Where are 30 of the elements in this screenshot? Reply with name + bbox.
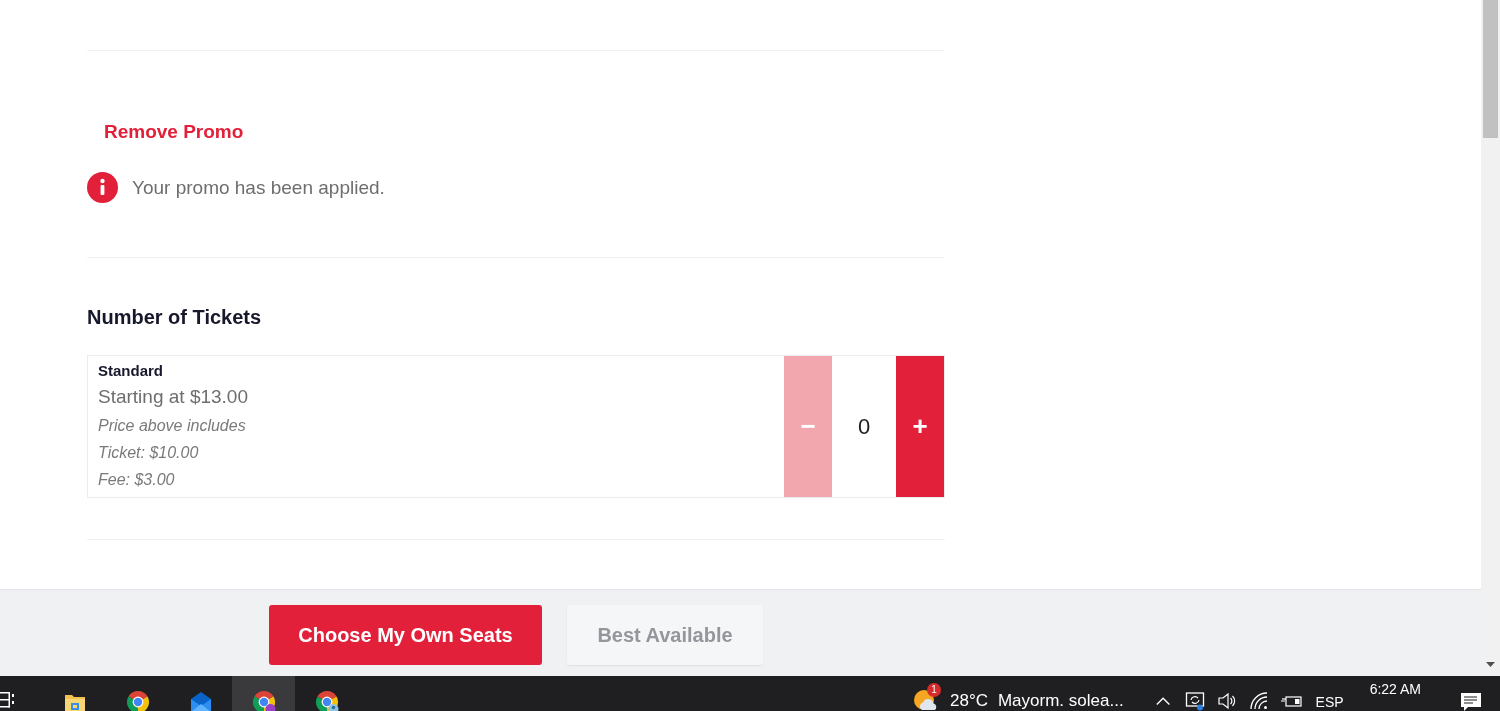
info-icon <box>87 172 118 203</box>
section-heading: Number of Tickets <box>87 305 263 330</box>
monitor-icon[interactable] <box>1184 691 1205 711</box>
action-button[interactable]: Choose My Own Seats <box>269 605 542 665</box>
price-breakdown-line: Ticket: $10.00 <box>98 443 199 463</box>
price-breakdown-line: Price above includes <box>98 416 246 436</box>
taskbar-app-button[interactable] <box>232 676 295 711</box>
ticket-quantity: 0 <box>856 412 872 441</box>
browser-icon <box>125 690 150 711</box>
weather-condition: Mayorm. solea... <box>997 690 1124 711</box>
envelope-icon <box>188 690 213 711</box>
scrollbar[interactable] <box>1481 0 1500 676</box>
clock-time[interactable]: 6:22 AM <box>1369 680 1421 711</box>
ticket-type-name: Standard <box>98 361 163 381</box>
notification-badge: 1 <box>926 683 941 697</box>
price-breakdown-line: Fee: $3.00 <box>98 470 175 490</box>
task-view-icon[interactable] <box>0 691 14 711</box>
increase-button[interactable]: + <box>896 356 944 497</box>
speaker-icon[interactable] <box>1216 691 1237 711</box>
wifi-icon[interactable] <box>1248 691 1269 711</box>
scrollbar-thumb[interactable] <box>1483 0 1498 138</box>
remove-promo-link[interactable]: Remove Promo <box>87 120 261 144</box>
notifications-icon[interactable] <box>1460 692 1482 711</box>
browser-icon <box>314 690 339 711</box>
promo-applied-message: Your promo has been applied. <box>132 175 385 200</box>
scroll-down-arrow-icon[interactable] <box>1486 662 1495 667</box>
browser-icon <box>251 690 276 711</box>
language-indicator[interactable]: ESP <box>1315 692 1344 711</box>
weather-temperature: 28°C <box>949 690 988 711</box>
ticket-price: Starting at $13.00 <box>98 385 248 409</box>
